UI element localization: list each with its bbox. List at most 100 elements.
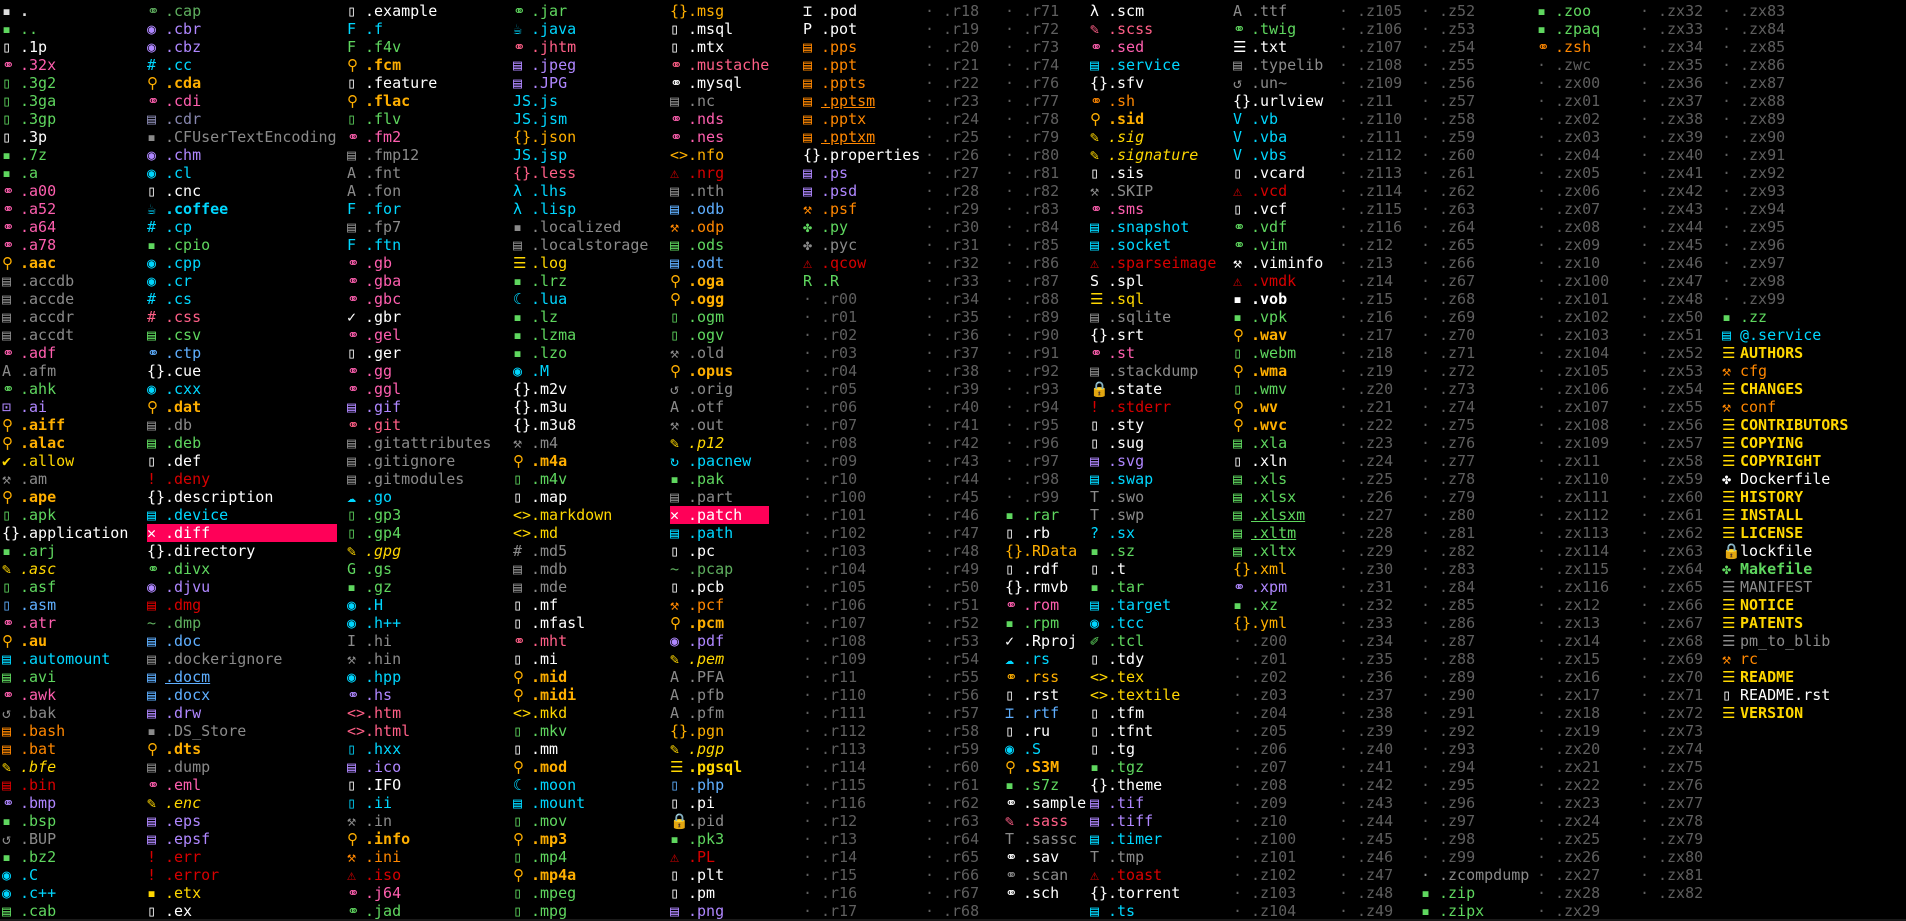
file-entry[interactable]: · .r59 [925, 740, 979, 758]
file-entry[interactable]: · .zx62 [1640, 524, 1703, 542]
file-entry[interactable]: ▤ .eps [147, 812, 337, 830]
file-entry[interactable]: ▪ .lzma [513, 326, 648, 344]
file-entry[interactable]: ▤ .xltx [1233, 542, 1323, 560]
file-entry[interactable]: · .z74 [1421, 398, 1529, 416]
file-entry[interactable]: A .ttf [1233, 2, 1323, 20]
file-entry[interactable]: ▤ .docm [147, 668, 337, 686]
file-entry[interactable]: ▤ .pps [803, 38, 920, 56]
file-entry[interactable]: # .css [147, 308, 337, 326]
file-entry[interactable]: · .zx36 [1640, 74, 1703, 92]
file-entry[interactable]: · .z27 [1339, 506, 1402, 524]
file-entry[interactable]: ⚭ .hs [347, 686, 491, 704]
file-entry[interactable]: ⚭ .zsh [1537, 38, 1609, 56]
file-entry[interactable]: ◉ .tcc [1090, 614, 1216, 632]
file-entry[interactable]: ⚲ .S3M [1005, 758, 1086, 776]
file-entry[interactable]: · .r22 [925, 74, 979, 92]
file-entry[interactable]: · .zx60 [1640, 488, 1703, 506]
file-entry[interactable]: · .zx03 [1537, 128, 1609, 146]
file-entry[interactable]: · .zx115 [1537, 560, 1609, 578]
file-entry[interactable]: ◉ .cl [147, 164, 337, 182]
file-entry[interactable]: · .zx70 [1640, 668, 1703, 686]
file-entry[interactable]: ⚒ conf [1722, 398, 1848, 416]
file-entry[interactable]: ☰ README [1722, 668, 1848, 686]
file-entry[interactable]: A .pfm [670, 704, 769, 722]
file-entry[interactable]: ! .deny [147, 470, 337, 488]
file-entry[interactable]: {}.application [2, 524, 128, 542]
file-entry[interactable]: ⊡ .ai [2, 398, 128, 416]
file-entry[interactable]: · .z19 [1339, 362, 1402, 380]
file-entry[interactable]: ! .stderr [1090, 398, 1216, 416]
file-entry[interactable]: ▤ .epsf [147, 830, 337, 848]
file-entry[interactable]: ▤ @.service [1722, 326, 1848, 344]
file-entry[interactable]: ▯ .webm [1233, 344, 1323, 362]
file-entry[interactable]: · .r35 [925, 308, 979, 326]
file-entry[interactable]: ▯ .gp4 [347, 524, 491, 542]
file-entry[interactable]: ▤ .mde [513, 578, 648, 596]
file-entry[interactable]: · .r40 [925, 398, 979, 416]
file-entry[interactable]: · .r94 [1005, 398, 1086, 416]
file-entry[interactable]: ▤ .ppts [803, 74, 920, 92]
file-entry[interactable]: · .r104 [803, 560, 920, 578]
file-entry[interactable]: ⚭ .mht [513, 632, 648, 650]
file-entry[interactable]: A .otf [670, 398, 769, 416]
file-entry[interactable]: · .r100 [803, 488, 920, 506]
file-entry[interactable]: T .tmp [1090, 848, 1216, 866]
file-entry[interactable]: ▤ .tif [1090, 794, 1216, 812]
file-entry[interactable]: T .sassc [1005, 830, 1086, 848]
file-entry[interactable]: · .r86 [1005, 254, 1086, 272]
file-entry[interactable]: {}.sfv [1090, 74, 1216, 92]
file-entry[interactable]: ▯ .ogv [670, 326, 769, 344]
file-entry[interactable]: ▪ .lz [513, 308, 648, 326]
file-entry[interactable]: ⚠ .toast [1090, 866, 1216, 884]
file-entry[interactable]: · .zx54 [1640, 380, 1703, 398]
file-entry[interactable]: · .zx88 [1722, 92, 1848, 110]
file-entry[interactable]: · .z60 [1421, 146, 1529, 164]
file-entry[interactable]: · .z88 [1421, 650, 1529, 668]
file-entry[interactable]: · .r20 [925, 38, 979, 56]
file-entry[interactable]: ⚭ .awk [2, 686, 128, 704]
file-entry[interactable]: ◉ .c++ [2, 884, 128, 902]
file-entry[interactable]: · .zx81 [1640, 866, 1703, 884]
file-entry[interactable]: {}.pgn [670, 722, 769, 740]
file-entry[interactable]: · .zx79 [1640, 830, 1703, 848]
file-entry[interactable]: ! .error [147, 866, 337, 884]
file-entry[interactable]: · .z81 [1421, 524, 1529, 542]
file-entry[interactable]: ▯ .tfm [1090, 704, 1216, 722]
file-entry[interactable]: ⚲ .ogg [670, 290, 769, 308]
file-entry[interactable]: · .r04 [803, 362, 920, 380]
file-entry[interactable]: ☰ CHANGES [1722, 380, 1848, 398]
file-entry[interactable]: · .zx20 [1537, 740, 1609, 758]
file-entry[interactable]: ▯ .mpg [513, 902, 648, 920]
file-entry[interactable]: ▤ .swap [1090, 470, 1216, 488]
file-entry[interactable]: · .r79 [1005, 128, 1086, 146]
file-entry[interactable]: · .z57 [1421, 92, 1529, 110]
file-entry[interactable]: · .r27 [925, 164, 979, 182]
file-entry[interactable]: · .z14 [1339, 272, 1402, 290]
file-entry[interactable]: λ .scm [1090, 2, 1216, 20]
file-entry[interactable]: ▯ .php [670, 776, 769, 794]
file-entry[interactable]: ↺ .un~ [1233, 74, 1323, 92]
file-entry[interactable]: ▤ .docx [147, 686, 337, 704]
file-entry[interactable]: <>.mkd [513, 704, 648, 722]
file-entry[interactable]: · .z46 [1339, 848, 1402, 866]
file-entry[interactable]: ▤ .drw [147, 704, 337, 722]
file-entry[interactable]: ⚭ .gg [347, 362, 491, 380]
file-entry[interactable]: ⚭ .vim [1233, 236, 1323, 254]
file-entry[interactable]: · .zx107 [1537, 398, 1609, 416]
file-entry[interactable]: · .zx76 [1640, 776, 1703, 794]
file-entry[interactable]: ▯ .mm [513, 740, 648, 758]
file-entry[interactable]: · .z44 [1339, 812, 1402, 830]
file-entry[interactable]: · .zx68 [1640, 632, 1703, 650]
file-entry[interactable]: ⚭ .a00 [2, 182, 128, 200]
file-entry[interactable]: · .zx75 [1640, 758, 1703, 776]
file-entry[interactable]: ⚠ .vcd [1233, 182, 1323, 200]
file-entry[interactable]: · .z90 [1421, 686, 1529, 704]
file-entry[interactable]: · .r38 [925, 362, 979, 380]
file-entry[interactable]: · .r97 [1005, 452, 1086, 470]
file-entry[interactable]: · .r45 [925, 488, 979, 506]
file-entry[interactable]: ▯ .mp4 [513, 848, 648, 866]
file-entry[interactable]: ⌶ .pod [803, 2, 920, 20]
file-entry[interactable]: · .zx66 [1640, 596, 1703, 614]
file-entry[interactable]: · .zx100 [1537, 272, 1609, 290]
file-entry[interactable]: ▯ .ii [347, 794, 491, 812]
